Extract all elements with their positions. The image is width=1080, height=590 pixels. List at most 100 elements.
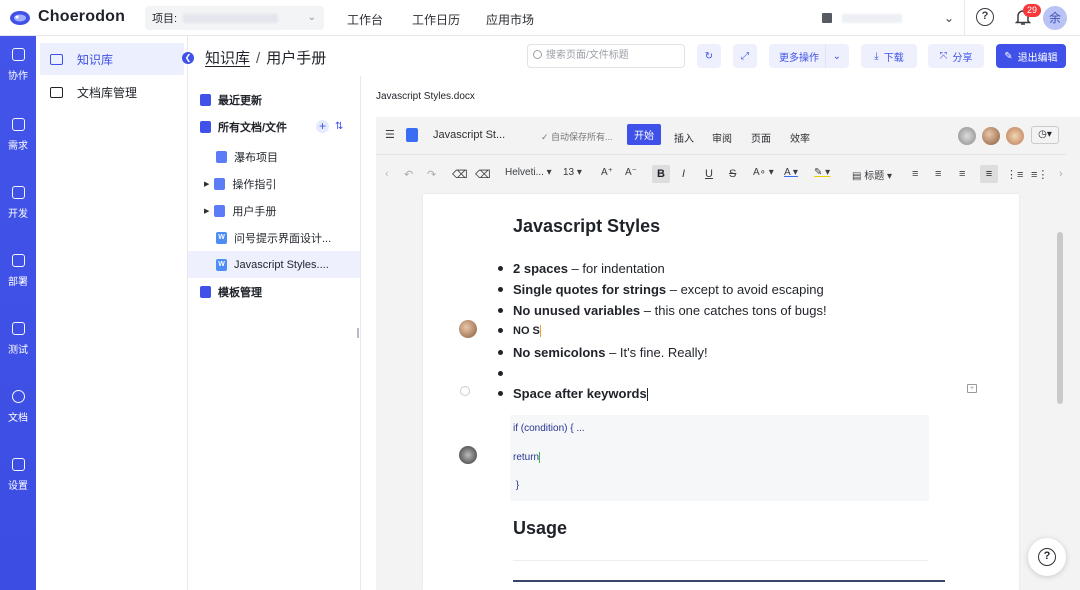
rail-item-deploy[interactable]: 部署 (0, 254, 36, 288)
list-item[interactable]: NO S (498, 325, 541, 338)
font-family-select[interactable]: Helveti... ▾ (505, 167, 552, 178)
tree-item-manual[interactable]: ▶ 用户手册 (204, 197, 276, 224)
tree-label: 最近更新 (218, 94, 262, 107)
tab-review[interactable]: 审阅 (712, 130, 732, 145)
rail-item-collab[interactable]: 协作 (0, 48, 36, 82)
rail-label: 文档 (8, 413, 28, 424)
tab-efficiency[interactable]: 效率 (790, 130, 810, 145)
italic-icon[interactable]: I (682, 168, 685, 180)
download-button[interactable]: ⤓ 下载 (861, 44, 917, 68)
project-label: 项目: (152, 13, 178, 25)
paragraph-options-icon[interactable] (460, 386, 470, 396)
bold-icon[interactable]: B (652, 165, 670, 183)
nav-workbench[interactable]: 工作台 (347, 11, 383, 28)
list-item[interactable]: 2 spaces – for indentation (498, 261, 665, 276)
more-actions-button[interactable]: 更多操作 ⌄ (769, 44, 849, 68)
doc-title-short[interactable]: Javascript St... (433, 129, 505, 141)
increase-font-icon[interactable]: A⁺ (601, 167, 613, 178)
rail-label: 部署 (8, 277, 28, 288)
text-effect-icon[interactable]: A∘ ▾ (753, 167, 774, 178)
collaborator-avatar[interactable] (459, 446, 477, 464)
breadcrumb-root[interactable]: 知识库 (205, 50, 250, 67)
tab-insert[interactable]: 插入 (674, 130, 694, 145)
help-button[interactable]: ? (1028, 538, 1066, 576)
tree-item-javascript-styles[interactable]: W Javascript Styles.... (188, 251, 360, 278)
app-logo[interactable]: Choerodon (8, 7, 125, 27)
redo-icon[interactable]: ↷ (427, 168, 436, 181)
tree-label: 模板管理 (218, 286, 262, 299)
underline-icon[interactable]: U (705, 168, 713, 180)
document-heading[interactable]: Javascript Styles (513, 216, 660, 237)
rail-item-test[interactable]: 测试 (0, 322, 36, 356)
collaborator-avatar[interactable] (459, 320, 477, 338)
tab-start[interactable]: 开始 (627, 124, 661, 145)
chevron-left-icon[interactable]: ‹ (385, 168, 389, 180)
choerodon-logo-icon (10, 11, 30, 25)
share-icon: ⤧ (939, 50, 948, 62)
list-item[interactable] (498, 366, 513, 381)
rail-item-requirements[interactable]: 需求 (0, 118, 36, 152)
resize-handle[interactable] (357, 328, 359, 338)
add-doc-button[interactable]: + (316, 120, 329, 133)
list-item[interactable]: Space after keywords (498, 386, 648, 402)
caret-right-icon[interactable]: ▶ (204, 207, 209, 215)
format-painter-icon[interactable]: ⌫ (452, 168, 468, 181)
list-item[interactable]: No semicolons – It's fine. Really! (498, 345, 708, 360)
help-icon[interactable]: ? (976, 8, 994, 26)
rail-item-settings[interactable]: 设置 (0, 458, 36, 492)
divider (964, 0, 965, 36)
highlight-icon[interactable]: ✎ ▾ (814, 167, 830, 178)
bullet-list-icon[interactable]: ⋮≡ (1006, 168, 1023, 181)
fullscreen-button[interactable]: ⤢ (733, 44, 757, 68)
chevron-right-icon[interactable]: › (1059, 168, 1063, 180)
rail-item-docs[interactable]: 文档 (0, 390, 36, 424)
heading-style-select[interactable]: ▤ 标题 ▾ (852, 167, 892, 182)
org-selector[interactable]: ⌄ (818, 6, 962, 30)
bullet-bold-text: Single quotes for strings (513, 282, 667, 297)
eraser-icon[interactable]: ⌫ (475, 168, 491, 181)
caret-right-icon[interactable]: ▶ (204, 180, 209, 188)
usage-heading[interactable]: Usage (513, 518, 567, 539)
decrease-font-icon[interactable]: A⁻ (625, 167, 637, 178)
tree-item-guide[interactable]: ▶ 操作指引 (204, 170, 276, 197)
exit-edit-button[interactable]: ✎ 退出编辑 (996, 44, 1066, 68)
sidebar-item-knowledge-base[interactable]: 知识库 (40, 43, 184, 75)
share-button[interactable]: ⤧ 分享 (928, 44, 984, 68)
collaborator-avatar[interactable] (982, 127, 1000, 145)
tree-all-docs[interactable]: 所有文档/文件 (200, 113, 287, 140)
font-size-select[interactable]: 13 ▾ (563, 167, 582, 178)
list-item[interactable]: No unused variables – this one catches t… (498, 303, 827, 318)
strikethrough-icon[interactable]: S (729, 168, 736, 180)
add-comment-icon[interactable]: + (967, 384, 977, 393)
numbered-list-icon[interactable]: ≡⋮ (1031, 168, 1048, 181)
menu-icon[interactable]: ☰ (385, 128, 395, 141)
tree-recent[interactable]: 最近更新 (200, 86, 262, 113)
list-item[interactable]: Single quotes for strings – except to av… (498, 282, 824, 297)
nav-market[interactable]: 应用市场 (486, 11, 534, 28)
project-selector[interactable]: 项目: ⌄ (145, 6, 324, 30)
search-input[interactable]: 搜索页面/文件标题 (527, 44, 685, 68)
align-center-icon[interactable]: ≡ (935, 168, 941, 180)
document-tree: 最近更新 所有文档/文件 瀑布项目 ▶ 操作指引 ▶ 用户手册 W 问号提示界面设计.… (188, 76, 361, 590)
rail-item-develop[interactable]: 开发 (0, 186, 36, 220)
align-right-icon[interactable]: ≡ (959, 168, 965, 180)
collaborator-avatar[interactable] (958, 127, 976, 145)
collapse-sidebar-button[interactable]: ❮ (182, 52, 194, 64)
sort-icon[interactable]: ⇅ (335, 121, 343, 132)
editor-scrollbar[interactable] (1057, 232, 1063, 404)
refresh-button[interactable]: ↻ (697, 44, 721, 68)
history-icon[interactable]: ◷▾ (1031, 126, 1059, 144)
collaborator-avatar[interactable] (1006, 127, 1024, 145)
align-left-icon[interactable]: ≡ (912, 168, 918, 180)
user-avatar[interactable]: 余 (1043, 6, 1067, 30)
sidebar-item-library-management[interactable]: 文档库管理 (40, 76, 184, 108)
font-color-icon[interactable]: A ▾ (784, 167, 798, 178)
tab-page[interactable]: 页面 (751, 130, 771, 145)
sidebar-item-label: 知识库 (77, 52, 114, 67)
tree-item-waterfall[interactable]: 瀑布项目 (216, 143, 278, 170)
undo-icon[interactable]: ↶ (404, 168, 413, 181)
justify-icon[interactable]: ≡ (980, 165, 998, 183)
nav-calendar[interactable]: 工作日历 (412, 11, 460, 28)
tree-item-tooltip-design[interactable]: W 问号提示界面设计... (216, 224, 331, 251)
tree-templates[interactable]: 模板管理 (200, 278, 262, 305)
